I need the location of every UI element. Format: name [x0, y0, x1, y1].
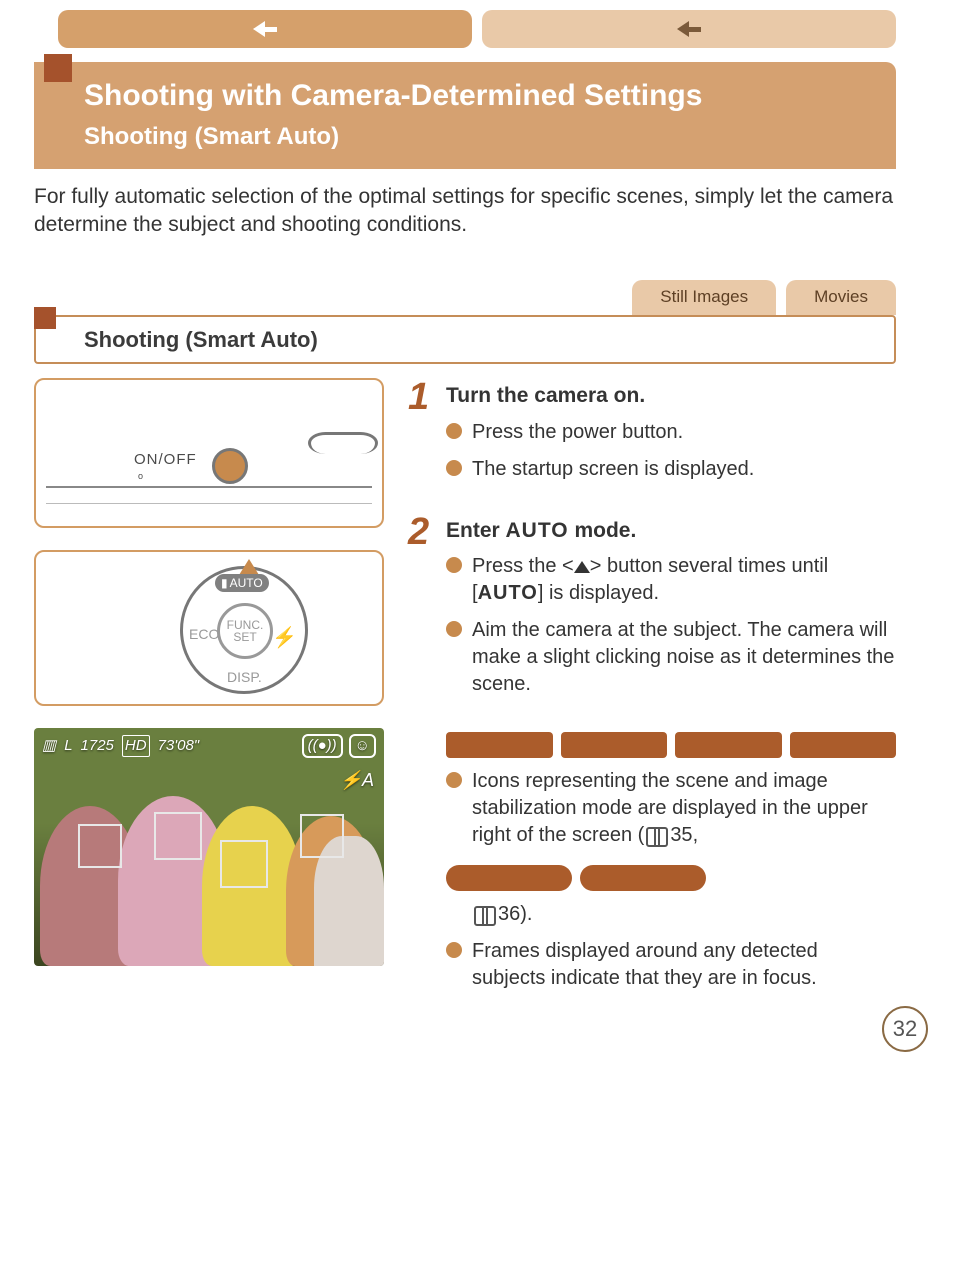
osd-rectime: 73'08"	[158, 736, 200, 756]
osd-flash-auto: ⚡A	[340, 768, 374, 792]
step-text: Icons representing the scene and image s…	[472, 768, 896, 849]
step-text: Press the <> button several times until …	[472, 553, 896, 607]
step-title: Enter AUTO mode.	[446, 517, 896, 545]
bullet-icon	[446, 621, 462, 637]
power-button-icon	[212, 448, 248, 484]
step-text: The startup screen is displayed.	[472, 456, 896, 483]
badge-row-small	[446, 865, 706, 891]
page-ref-icon	[646, 827, 668, 843]
page-ref[interactable]: 35	[670, 824, 692, 846]
arrow-left-icon	[677, 21, 701, 37]
badge-row	[446, 732, 896, 758]
step-number: 2	[408, 513, 432, 1002]
onoff-label: ON/OFFo	[134, 450, 197, 482]
illustration-dpad: ▮AUTO ECO DISP. ⚡ FUNC.SET	[34, 550, 384, 706]
tab-still-images[interactable]: Still Images	[632, 280, 776, 315]
step-1: 1 Turn the camera on. Press the power bu…	[408, 378, 896, 492]
dpad-flash-icon: ⚡	[272, 625, 297, 652]
osd-shots: 1725	[81, 736, 114, 756]
step-text: Aim the camera at the subject. The camer…	[472, 617, 896, 698]
tab-movies[interactable]: Movies	[786, 280, 896, 315]
step-number: 1	[408, 378, 432, 492]
dpad-eco-label: ECO	[189, 625, 219, 644]
nav-back-minor[interactable]	[482, 10, 896, 48]
nav-back-major[interactable]	[58, 10, 472, 48]
dpad-auto-label: ▮AUTO	[215, 573, 269, 592]
step-title: Turn the camera on.	[446, 382, 896, 410]
section-heading: Shooting (Smart Auto)	[34, 315, 896, 365]
auto-mode-label: AUTO	[478, 582, 538, 604]
bullet-icon	[446, 460, 462, 476]
page-title: Shooting with Camera-Determined Settings	[84, 76, 876, 117]
osd-hd: HD	[122, 735, 150, 757]
is-icon: ((●))	[302, 734, 343, 758]
page-number: 32	[882, 1006, 928, 1052]
bullet-icon	[446, 772, 462, 788]
func-set-button-icon: FUNC.SET	[217, 603, 273, 659]
osd-top-bar: ▥ L 1725 HD 73'08" ((●)) ☺	[42, 734, 376, 758]
bullet-icon	[446, 942, 462, 958]
up-arrow-icon	[574, 561, 590, 573]
page-ref-icon	[474, 906, 496, 922]
illustration-power-button: ON/OFFo	[34, 378, 384, 528]
breadcrumb-nav	[0, 10, 954, 48]
bullet-icon	[446, 423, 462, 439]
step-text: Press the power button.	[472, 419, 896, 446]
shutter-icon	[308, 432, 378, 454]
dpad-disp-label: DISP.	[227, 668, 262, 687]
section-heading-text: Shooting (Smart Auto)	[84, 327, 318, 352]
auto-mode-label: AUTO	[506, 519, 569, 542]
section-marker-icon	[34, 307, 56, 329]
bullet-icon	[446, 557, 462, 573]
media-tabs: Still Images Movies	[0, 240, 954, 315]
example-photo: ▥ L 1725 HD 73'08" ((●)) ☺ ⚡A	[34, 728, 384, 966]
battery-icon: ▥	[42, 736, 56, 756]
arrow-left-icon	[253, 21, 277, 37]
intro-paragraph: For fully automatic selection of the opt…	[0, 169, 954, 240]
step-text: Frames displayed around any detected sub…	[472, 938, 896, 992]
step-text: 36).	[446, 901, 896, 928]
section-marker-icon	[44, 54, 72, 82]
page-ref[interactable]: 36	[498, 903, 520, 925]
step-2: 2 Enter AUTO mode. Press the <> button s…	[408, 513, 896, 1002]
face-detect-icon: ☺	[349, 734, 376, 758]
page-title-block: Shooting with Camera-Determined Settings…	[34, 62, 896, 169]
page-subtitle: Shooting (Smart Auto)	[84, 121, 876, 153]
osd-size: L	[64, 736, 72, 756]
